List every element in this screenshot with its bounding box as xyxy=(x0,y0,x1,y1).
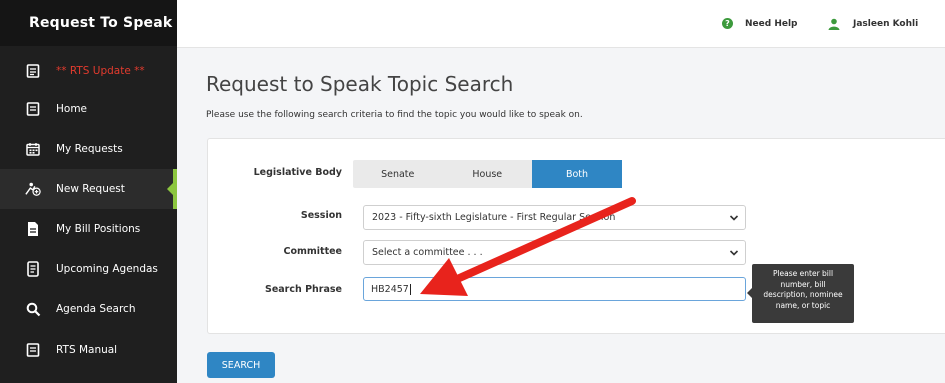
committee-label: Committee xyxy=(283,246,342,257)
user-menu[interactable]: Jasleen Kohli xyxy=(828,18,918,30)
committee-value: Select a committee . . . xyxy=(372,247,483,258)
sidebar-item-label: My Bill Positions xyxy=(56,223,141,235)
toggle-house[interactable]: House xyxy=(443,160,533,188)
user-icon xyxy=(828,18,840,30)
sidebar-item-my-bill-positions[interactable]: My Bill Positions xyxy=(0,209,177,249)
sidebar-item-label: ** RTS Update ** xyxy=(56,65,145,77)
file-icon xyxy=(25,221,41,237)
sidebar-item-label: RTS Manual xyxy=(56,344,118,356)
sidebar-item-label: Home xyxy=(56,103,88,115)
toggle-both[interactable]: Both xyxy=(532,160,622,188)
sidebar-item-label: Agenda Search xyxy=(56,303,136,315)
search-phrase-tooltip: Please enter bill number, bill descripti… xyxy=(747,264,854,323)
sidebar-item-rts-update[interactable]: ** RTS Update ** xyxy=(0,51,177,91)
calendar-icon xyxy=(25,141,41,157)
sidebar-item-label: My Requests xyxy=(56,143,123,155)
search-phrase-label: Search Phrase xyxy=(264,284,342,295)
search-phrase-value: HB2457 xyxy=(371,283,409,295)
sidebar-item-label: New Request xyxy=(56,183,125,195)
help-icon: ? xyxy=(722,18,733,29)
page-title: Request to Speak Topic Search xyxy=(206,72,514,96)
document-icon xyxy=(25,342,41,358)
sidebar-item-label: Upcoming Agendas xyxy=(56,263,158,275)
sidebar-item-new-request[interactable]: New Request xyxy=(0,169,177,209)
user-name: Jasleen Kohli xyxy=(853,19,919,29)
page-description: Please use the following search criteria… xyxy=(206,110,583,120)
search-button[interactable]: SEARCH xyxy=(207,352,275,378)
agenda-icon xyxy=(25,261,41,277)
legislative-body-label: Legislative Body xyxy=(253,167,342,178)
new-request-icon xyxy=(25,181,41,197)
need-help-link[interactable]: ? Need Help xyxy=(722,18,797,29)
chevron-down-icon xyxy=(729,250,739,256)
document-icon xyxy=(25,101,41,117)
sidebar-item-my-requests[interactable]: My Requests xyxy=(0,129,177,169)
app-title: Request To Speak xyxy=(0,0,177,46)
sidebar-item-rts-manual[interactable]: RTS Manual xyxy=(0,330,177,370)
sidebar: Request To Speak ** RTS Update ** Home M… xyxy=(0,0,177,383)
need-help-label: Need Help xyxy=(745,18,798,29)
legislative-body-toggle: Senate House Both xyxy=(353,160,622,188)
session-label: Session xyxy=(300,210,342,221)
committee-select[interactable]: Select a committee . . . xyxy=(363,240,746,265)
document-icon xyxy=(25,63,41,79)
chevron-down-icon xyxy=(729,215,739,221)
sidebar-item-upcoming-agendas[interactable]: Upcoming Agendas xyxy=(0,249,177,289)
sidebar-item-agenda-search[interactable]: Agenda Search xyxy=(0,289,177,329)
top-bar: ? Need Help Jasleen Kohli xyxy=(177,0,945,48)
text-cursor xyxy=(409,283,411,295)
search-icon xyxy=(25,301,41,317)
sidebar-item-home[interactable]: Home xyxy=(0,89,177,129)
search-phrase-input[interactable]: HB2457 xyxy=(363,277,746,301)
toggle-senate[interactable]: Senate xyxy=(353,160,443,188)
session-value: 2023 - Fifty-sixth Legislature - First R… xyxy=(372,212,616,223)
session-select[interactable]: 2023 - Fifty-sixth Legislature - First R… xyxy=(363,205,746,230)
